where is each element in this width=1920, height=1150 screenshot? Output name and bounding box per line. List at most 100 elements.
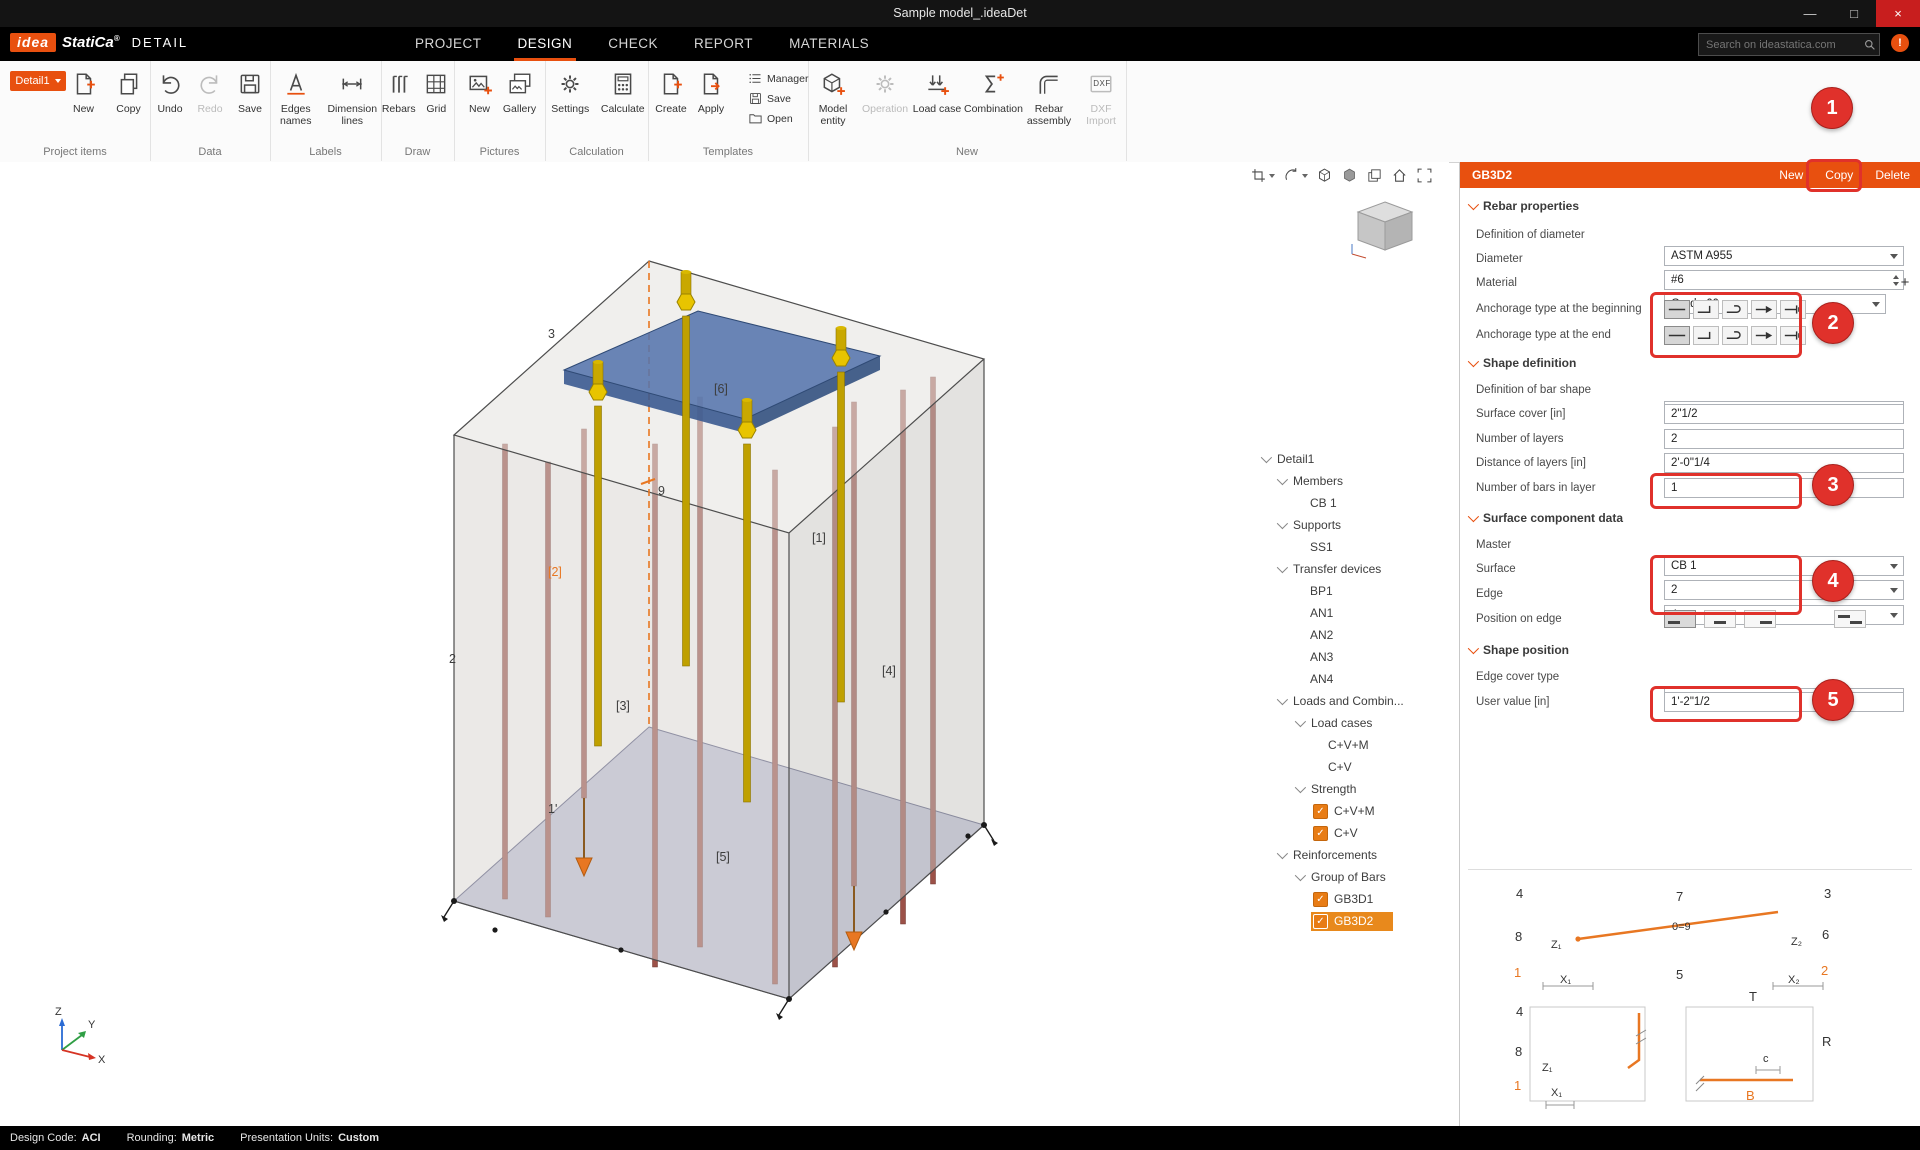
load-case-button[interactable]: Load case [912,71,962,127]
main-tabs: PROJECT DESIGN CHECK REPORT MATERIALS [415,27,869,61]
detail-selector[interactable]: Detail1 [10,71,66,91]
section-shape-position[interactable]: Shape position [1468,643,1569,657]
shape-diagram: 4 7 3 8 Z₁ Z₂ 6 1 X₁ 5 X₂ 2 0=9 4 8 Z₁ 1… [1488,874,1900,1114]
home-view-button[interactable] [1391,167,1408,184]
layers-view-button[interactable] [1366,167,1383,184]
tree-item-gb3d1[interactable]: ✓GB3D1 [1259,888,1449,910]
tree-item-gb3d2-selected[interactable]: ✓GB3D2 [1259,910,1449,932]
tree-item-strength[interactable]: Strength [1259,778,1449,800]
number-of-layers-input[interactable] [1664,429,1904,449]
load-case-icon [924,71,950,97]
solid-view-button[interactable] [1341,167,1358,184]
section-surface-component-data[interactable]: Surface component data [1468,511,1623,525]
search-icon[interactable] [1861,37,1879,53]
model-entity-button[interactable]: Model entity [808,71,858,127]
settings-button[interactable]: Settings [545,71,596,116]
tree-item-strength-cv[interactable]: ✓C+V [1259,822,1449,844]
tree-item-an2[interactable]: AN2 [1259,624,1449,646]
chevron-down-icon[interactable] [1295,782,1306,793]
tree-item-reinforcements[interactable]: Reinforcements [1259,844,1449,866]
wireframe-view-button[interactable] [1316,167,1333,184]
tree-item-group-of-bars[interactable]: Group of Bars [1259,866,1449,888]
tree-item-cvm[interactable]: C+V+M [1259,734,1449,756]
undo-button[interactable]: Undo [151,71,189,116]
panel-delete-button[interactable]: Delete [1875,168,1910,182]
tree-item-cb1[interactable]: CB 1 [1259,492,1449,514]
chevron-down-icon[interactable] [1277,474,1288,485]
clipping-tool-button[interactable] [1250,167,1275,184]
tab-project[interactable]: PROJECT [415,27,482,61]
tree-item-ss1[interactable]: SS1 [1259,536,1449,558]
checkbox-checked[interactable]: ✓ [1313,804,1328,819]
template-open-button[interactable]: Open [748,111,808,126]
tree-item-an4[interactable]: AN4 [1259,668,1449,690]
tree-item-transfer-devices[interactable]: Transfer devices [1259,558,1449,580]
svg-text:5: 5 [1676,967,1683,982]
grid-button[interactable]: Grid [419,71,455,116]
distance-of-layers-input[interactable] [1664,453,1904,473]
chevron-down-icon[interactable] [1261,452,1272,463]
template-create-button[interactable]: Create [652,71,690,116]
chevron-down-icon[interactable] [1277,518,1288,529]
gallery-button[interactable]: Gallery [501,71,539,116]
operation-button[interactable]: Operation [860,71,910,127]
chevron-down-icon[interactable] [1295,870,1306,881]
surface-cover-input[interactable] [1664,404,1904,424]
status-design-code: Design Code:ACI [10,1132,101,1144]
maximize-button[interactable]: □ [1832,0,1876,27]
position-offset-icon[interactable] [1834,610,1866,628]
section-rebar-properties[interactable]: Rebar properties [1468,199,1579,213]
tab-check[interactable]: CHECK [608,27,658,61]
tree-item-supports[interactable]: Supports [1259,514,1449,536]
rotate-view-button[interactable] [1283,167,1308,184]
search-input[interactable] [1699,39,1861,51]
chevron-down-icon[interactable] [1295,716,1306,727]
redo-button[interactable]: Redo [191,71,229,116]
tree-item-loads-and-combinations[interactable]: Loads and Combin... [1259,690,1449,712]
calculate-button[interactable]: Calculate [598,71,649,116]
tab-materials[interactable]: MATERIALS [789,27,869,61]
checkbox-checked[interactable]: ✓ [1313,892,1328,907]
tree-item-an3[interactable]: AN3 [1259,646,1449,668]
ribbon-group-new: Model entity Operation Load case Combina… [808,61,1127,161]
viewport-3d[interactable]: [6] [1] [2] [4] [3] [5] 3 9 2 1' Z Y X [0,162,1449,1126]
svg-text:X: X [98,1054,106,1066]
help-icon[interactable]: ! [1891,34,1909,52]
section-shape-definition[interactable]: Shape definition [1468,356,1576,370]
new-project-item-button[interactable]: New [62,71,105,116]
add-material-button[interactable]: + [1896,273,1914,293]
rebars-button[interactable]: Rebars [381,71,417,116]
tree-item-strength-cvm[interactable]: ✓C+V+M [1259,800,1449,822]
template-manager-button[interactable]: Manager [748,71,808,86]
chevron-down-icon[interactable] [1277,694,1288,705]
dxf-import-button[interactable]: DXFDXF Import [1076,71,1126,127]
edges-names-button[interactable]: Edges names [270,71,322,127]
close-button[interactable]: × [1876,0,1920,27]
new-picture-button[interactable]: New [461,71,499,116]
template-apply-button[interactable]: Apply [692,71,730,116]
tree-item-bp1[interactable]: BP1 [1259,580,1449,602]
template-save-button[interactable]: Save [748,91,808,106]
tab-design[interactable]: DESIGN [518,27,573,61]
viewport-toolbar [1250,167,1433,184]
checkbox-checked[interactable]: ✓ [1313,914,1328,929]
checkbox-checked[interactable]: ✓ [1313,826,1328,841]
chevron-down-icon[interactable] [1277,562,1288,573]
chevron-down-icon[interactable] [1277,848,1288,859]
save-button[interactable]: Save [231,71,269,116]
copy-project-item-button[interactable]: Copy [107,71,150,116]
dimension-lines-button[interactable]: Dimension lines [324,71,381,127]
chevron-down-icon[interactable] [1302,174,1308,178]
tree-item-cv[interactable]: C+V [1259,756,1449,778]
tree-item-detail1[interactable]: Detail1 [1259,448,1449,470]
tree-item-load-cases[interactable]: Load cases [1259,712,1449,734]
zoom-fit-button[interactable] [1416,167,1433,184]
tree-item-members[interactable]: Members [1259,470,1449,492]
tree-item-an1[interactable]: AN1 [1259,602,1449,624]
panel-new-button[interactable]: New [1779,168,1803,182]
minimize-button[interactable]: — [1788,0,1832,27]
rebar-assembly-button[interactable]: Rebar assembly [1024,71,1074,127]
tab-report[interactable]: REPORT [694,27,753,61]
chevron-down-icon[interactable] [1269,174,1275,178]
combination-button[interactable]: Combination [964,71,1022,127]
